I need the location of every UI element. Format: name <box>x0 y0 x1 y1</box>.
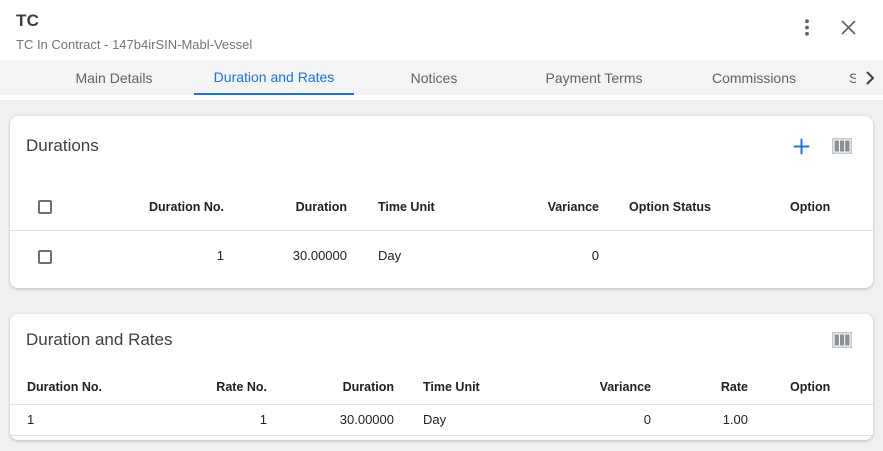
column-header-rate-no: Rate No. <box>150 370 267 404</box>
cell-option-status <box>599 230 770 281</box>
column-settings-button[interactable] <box>832 330 852 350</box>
column-header-time-unit: Time Unit <box>347 184 480 230</box>
view-columns-icon <box>832 332 852 348</box>
column-header-duration: Duration <box>224 184 347 230</box>
dialog-content: Durations <box>0 100 883 440</box>
durations-section-title: Durations <box>26 136 99 156</box>
row-checkbox[interactable] <box>38 250 52 264</box>
cell-duration: 30.00000 <box>267 404 394 435</box>
kebab-menu-button[interactable] <box>797 17 817 37</box>
cell-rate: 1.00 <box>651 404 748 435</box>
dialog-title-bar: TC TC In Contract - 147b4irSIN-Mabl-Vess… <box>0 0 883 60</box>
cell-duration-no: 1 <box>10 404 150 435</box>
column-header-time-unit: Time Unit <box>394 370 570 404</box>
close-icon <box>841 20 856 35</box>
tab-main-details[interactable]: Main Details <box>34 60 194 95</box>
duration-and-rates-table: Duration No. Rate No. Duration Time Unit… <box>10 370 873 436</box>
tab-notices[interactable]: Notices <box>354 60 514 95</box>
column-header-rate: Rate <box>651 370 748 404</box>
durations-table: Duration No. Duration Time Unit Variance… <box>10 184 873 281</box>
dialog-header: TC TC In Contract - 147b4irSIN-Mabl-Vess… <box>0 0 883 100</box>
column-header-duration-no: Duration No. <box>100 184 224 230</box>
close-button[interactable] <box>838 17 858 37</box>
durations-header-row: Duration No. Duration Time Unit Variance… <box>10 184 873 230</box>
cell-variance: 0 <box>570 404 651 435</box>
durations-card: Durations <box>10 116 873 288</box>
dialog-subtitle: TC In Contract - 147b4irSIN-Mabl-Vessel <box>16 37 867 52</box>
view-columns-icon <box>832 138 852 154</box>
duration-and-rates-section-title: Duration and Rates <box>26 330 172 350</box>
add-duration-button[interactable] <box>791 136 811 156</box>
column-header-option-status: Option Status <box>599 184 770 230</box>
cell-time-unit: Day <box>347 230 480 281</box>
column-header-variance: Variance <box>480 184 599 230</box>
column-header-option: Option <box>770 184 873 230</box>
cell-variance: 0 <box>480 230 599 281</box>
column-settings-button[interactable] <box>832 136 852 156</box>
column-header-variance: Variance <box>570 370 651 404</box>
cell-option <box>770 230 873 281</box>
tab-bar: Main Details Duration and Rates Notices … <box>0 60 883 100</box>
cell-duration-no: 1 <box>100 230 224 281</box>
chevron-right-icon <box>864 71 876 85</box>
rates-header-row: Duration No. Rate No. Duration Time Unit… <box>10 370 873 404</box>
column-header-duration-no: Duration No. <box>10 370 150 404</box>
tab-scroll-right-button[interactable] <box>856 60 883 95</box>
cell-duration: 30.00000 <box>224 230 347 281</box>
column-header-option: Option <box>748 370 873 404</box>
dialog-title: TC <box>16 11 867 31</box>
cell-rate-no: 1 <box>150 404 267 435</box>
duration-and-rates-card: Duration and Rates <box>10 314 873 440</box>
cell-time-unit: Day <box>394 404 570 435</box>
tab-commissions[interactable]: Commissions <box>674 60 834 95</box>
add-icon <box>793 138 810 155</box>
tab-payment-terms[interactable]: Payment Terms <box>514 60 674 95</box>
durations-table-row[interactable]: 1 30.00000 Day 0 <box>10 230 873 281</box>
select-all-checkbox[interactable] <box>38 200 52 214</box>
tab-duration-and-rates[interactable]: Duration and Rates <box>194 60 354 95</box>
cell-option <box>748 404 873 435</box>
kebab-menu-icon <box>805 19 809 36</box>
rates-table-row[interactable]: 1 1 30.00000 Day 0 1.00 <box>10 404 873 435</box>
column-header-duration: Duration <box>267 370 394 404</box>
